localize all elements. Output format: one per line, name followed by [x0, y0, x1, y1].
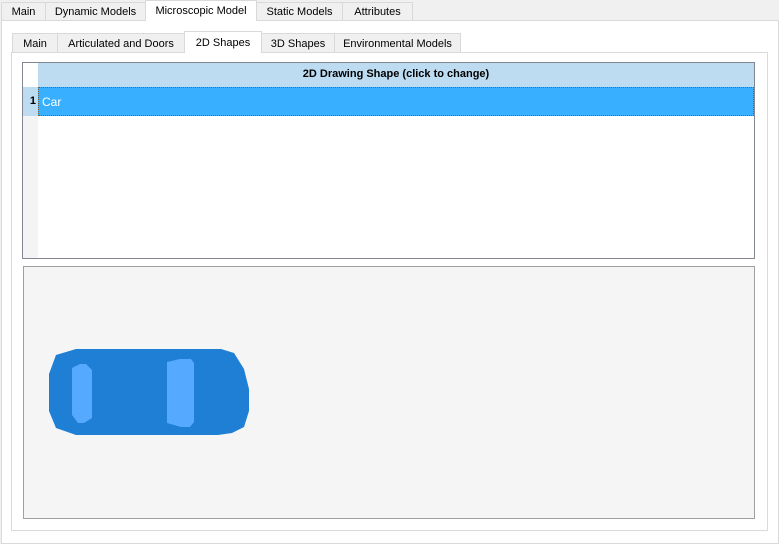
- car-rear-window: [72, 364, 92, 423]
- row-number[interactable]: 1: [23, 87, 38, 116]
- subtab-3d-shapes[interactable]: 3D Shapes: [261, 33, 335, 53]
- column-header-2d-drawing-shape[interactable]: 2D Drawing Shape (click to change): [38, 63, 754, 87]
- table-row[interactable]: 1 Car: [23, 87, 754, 116]
- subtab-2d-shapes[interactable]: 2D Shapes: [184, 31, 262, 53]
- car-icon: [49, 349, 249, 435]
- shape-preview: [23, 266, 755, 519]
- tab-microscopic-model[interactable]: Microscopic Model: [145, 0, 257, 21]
- tab-attributes[interactable]: Attributes: [342, 2, 413, 21]
- tab-main[interactable]: Main: [1, 2, 46, 21]
- shape-cell[interactable]: Car: [38, 87, 754, 116]
- tab-dynamic-models[interactable]: Dynamic Models: [45, 2, 146, 21]
- tab-static-models[interactable]: Static Models: [256, 2, 343, 21]
- car-front-window: [167, 359, 194, 427]
- shape-grid[interactable]: 2D Drawing Shape (click to change) 1 Car: [22, 62, 755, 259]
- subtab-main[interactable]: Main: [12, 33, 58, 53]
- grid-corner: [23, 63, 38, 87]
- subtab-articulated-and-doors[interactable]: Articulated and Doors: [57, 33, 185, 53]
- subtab-environmental-models[interactable]: Environmental Models: [334, 33, 461, 53]
